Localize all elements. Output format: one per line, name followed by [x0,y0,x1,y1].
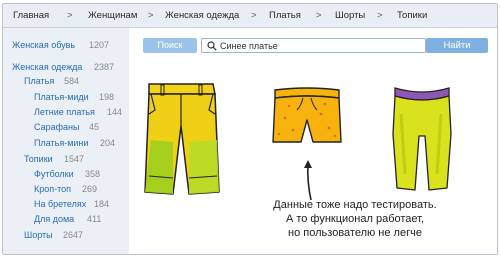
sidebar-item-count: 198 [99,92,115,102]
breadcrumb-separator: > [148,10,154,21]
breadcrumb-separator: > [251,10,257,21]
sidebar-item-strap-tops[interactable]: На бретелях [34,199,86,209]
search-tab-button[interactable]: Поиск [143,38,197,53]
breadcrumb-item-dresses[interactable]: Платья [269,10,301,21]
yellow-leggings-shorts-icon[interactable] [391,84,453,196]
sidebar-item-count: 1207 [89,40,110,50]
sidebar-item-count: 204 [100,138,116,148]
sidebar-item-count: 2647 [63,230,84,240]
annotation-line: А то функционал работает, [285,213,425,225]
sidebar-item-count: 45 [89,122,100,132]
sidebar-item-tops[interactable]: Топики [24,154,53,164]
sidebar-item-womens-shoes[interactable]: Женская обувь [12,40,75,50]
annotation-note: Данные тоже надо тестировать. А то функц… [265,198,445,240]
sidebar-item-count: 584 [64,76,80,86]
sidebar-item-summer-dresses[interactable]: Летние платья [34,107,95,117]
yellow-green-shorts-icon[interactable] [143,80,221,198]
annotation-line: но пользователю не легче [288,227,422,239]
sidebar-item-count: 2387 [94,62,115,72]
breadcrumb-item-home[interactable]: Главная [13,10,49,21]
app-frame: Главная > Женщинам > Женская одежда > Пл… [2,3,498,255]
search-input[interactable] [220,40,420,52]
breadcrumb: Главная > Женщинам > Женская одежда > Пл… [3,4,497,28]
annotation-line: Данные тоже надо тестировать. [273,199,437,211]
search-icon [207,41,217,51]
sidebar-item-mini-dresses[interactable]: Платья-мини [34,138,88,148]
breadcrumb-separator: > [316,10,322,21]
find-button[interactable]: Найти [426,38,488,53]
sidebar-item-count: 411 [87,214,102,224]
breadcrumb-item-womens-clothing[interactable]: Женская одежда [165,10,239,21]
sidebar-item-homewear[interactable]: Для дома [34,214,74,224]
arrow-icon [304,160,312,201]
sidebar-item-womens-clothing[interactable]: Женская одежда [12,62,82,72]
sidebar-item-dresses[interactable]: Платья [24,76,54,86]
search-field[interactable] [201,38,426,53]
sidebar-item-count: 184 [94,199,110,209]
sidebar-item-t-shirts[interactable]: Футболки [34,169,74,179]
sidebar-item-midi-dresses[interactable]: Платья-миди [34,92,89,102]
sidebar-item-shorts[interactable]: Шорты [24,230,53,240]
breadcrumb-separator: > [377,10,383,21]
breadcrumb-separator: > [67,10,73,21]
sidebar-item-crop-tops[interactable]: Кроп-топ [34,184,71,194]
category-sidebar: Женская обувь 1207 Женская одежда 2387 П… [3,28,129,254]
sidebar-item-sundresses[interactable]: Сарафаны [34,122,79,132]
sidebar-item-count: 358 [85,169,101,179]
sidebar-item-count: 269 [82,184,98,194]
sidebar-item-count: 144 [107,107,123,117]
main-content: Поиск Найти [129,28,497,254]
breadcrumb-item-tops[interactable]: Топики [397,10,427,21]
breadcrumb-item-shorts[interactable]: Шорты [335,10,365,21]
breadcrumb-item-women[interactable]: Женщинам [88,10,137,21]
orange-short-shorts-icon[interactable] [271,84,343,148]
sidebar-item-count: 1547 [64,154,85,164]
